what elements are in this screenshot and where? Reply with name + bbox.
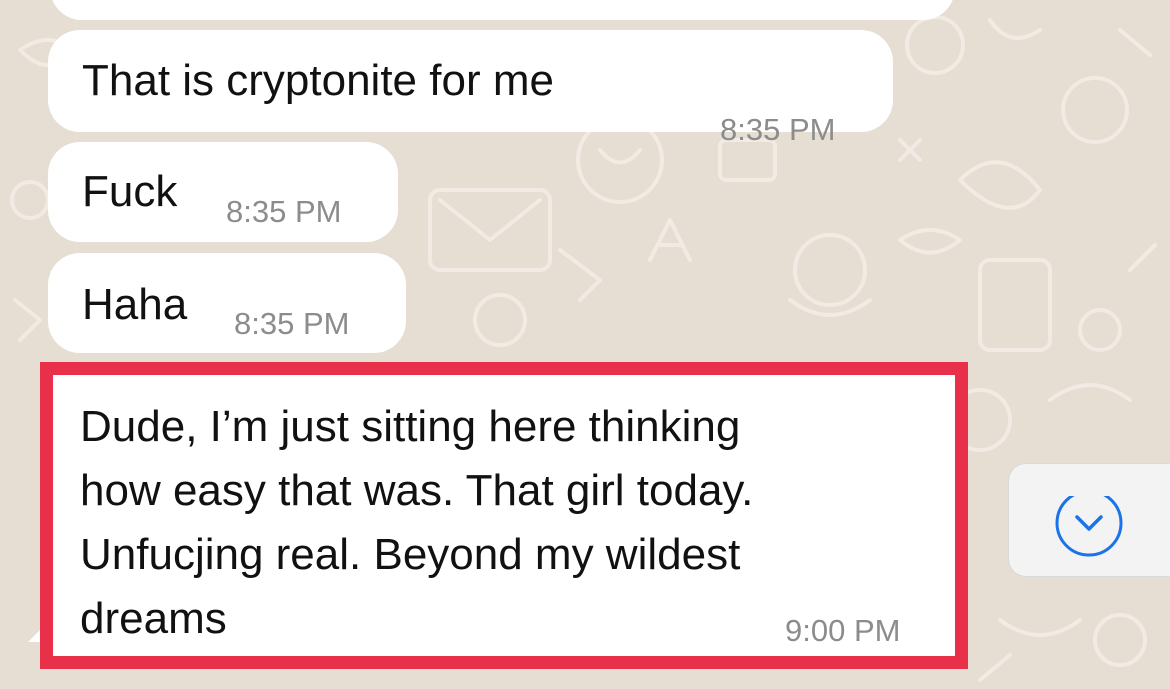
chevron-down-icon — [1055, 496, 1123, 557]
message-text: Haha — [82, 280, 188, 329]
message-text: Fuck — [82, 167, 178, 216]
message-timestamp: 8:35 PM — [234, 306, 350, 341]
message-bubble[interactable]: That is cryptonite for me 8:35 PM — [48, 30, 893, 147]
message-bubble[interactable]: Haha 8:35 PM — [48, 253, 406, 353]
message-timestamp: 9:00 PM — [785, 613, 901, 648]
message-bubble[interactable]: Fuck 8:35 PM — [48, 142, 398, 242]
message-timestamp: 8:35 PM — [226, 194, 342, 229]
message-timestamp: 8:35 PM — [720, 112, 836, 147]
message-bubble[interactable] — [50, 0, 955, 20]
message-text: That is cryptonite for me — [82, 56, 554, 105]
scroll-to-bottom-button[interactable] — [1008, 463, 1170, 577]
message-text: Dude, I’m just sitting here thinking how… — [80, 402, 754, 643]
highlighted-message[interactable]: Dude, I’m just sitting here thinking how… — [40, 362, 968, 669]
